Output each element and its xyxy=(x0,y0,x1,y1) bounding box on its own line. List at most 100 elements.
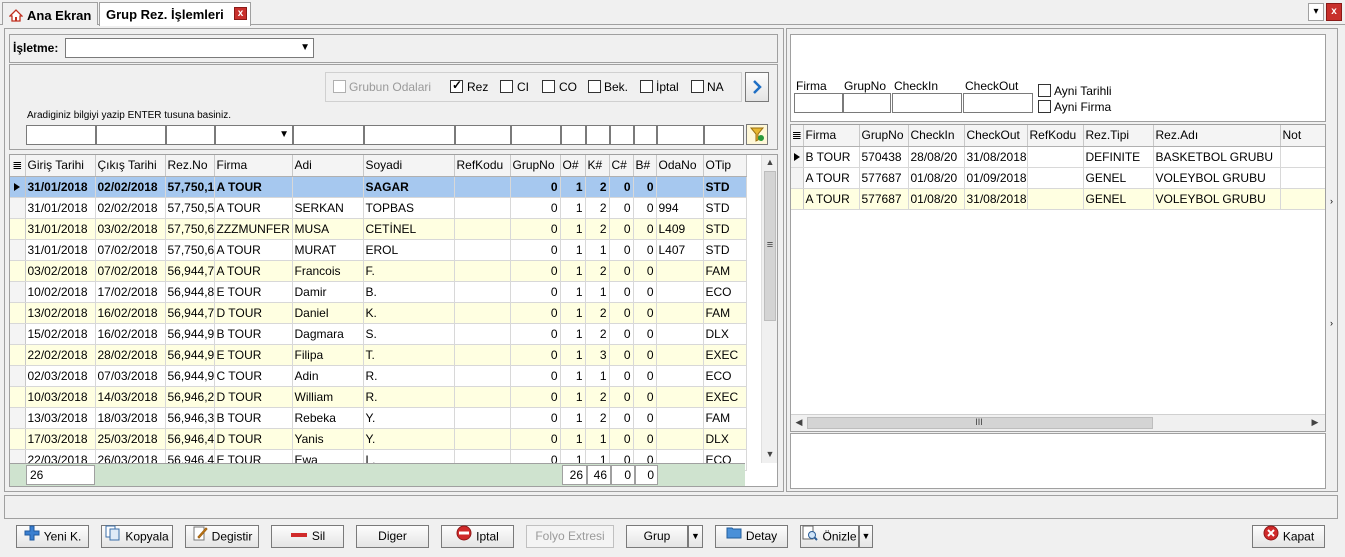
search-adi[interactable] xyxy=(293,125,364,145)
row-indicator[interactable] xyxy=(10,239,26,261)
next-filter-button[interactable] xyxy=(745,72,769,102)
co-checkbox[interactable] xyxy=(542,80,555,93)
right-header-rez-ad[interactable]: Rez.Adı xyxy=(1153,125,1281,147)
bek-checkbox[interactable] xyxy=(588,80,601,93)
search-giris-tarihi[interactable] xyxy=(26,125,96,145)
search-ref-kodu[interactable] xyxy=(455,125,511,145)
detay-button[interactable]: Detay xyxy=(715,525,788,548)
main-header-soyadi[interactable]: Soyadi xyxy=(363,155,455,177)
right-header-not[interactable]: Not xyxy=(1280,125,1325,147)
right-header-refkodu[interactable]: RefKodu xyxy=(1027,125,1084,147)
tab-grup-rez-islemleri[interactable]: Grup Rez. İşlemleri x xyxy=(99,2,251,26)
search-firma-select[interactable]: ▼ xyxy=(215,125,293,145)
row-indicator[interactable] xyxy=(791,146,804,168)
scroll-left-icon[interactable]: ◀ xyxy=(793,417,805,428)
row-indicator[interactable] xyxy=(791,188,804,210)
table-row[interactable]: 02/03/2018 07/03/2018 56,944,9 C TOUR Adin R.… xyxy=(10,365,747,387)
diger-button[interactable]: Diger xyxy=(356,525,429,548)
table-row[interactable]: 31/01/2018 02/02/2018 57,750,5 A TOUR SERKAN… xyxy=(10,197,747,219)
table-row[interactable]: A TOUR 577687 01/08/20 31/08/2018 GENEL VOLEY… xyxy=(791,188,1325,210)
row-indicator[interactable] xyxy=(10,344,26,366)
table-row[interactable]: 10/03/2018 14/03/2018 56,946,2 D TOUR Willia… xyxy=(10,386,747,408)
row-indicator[interactable] xyxy=(10,176,26,198)
table-row[interactable]: 31/01/2018 03/02/2018 57,750,6 ZZZMUNFER MUS… xyxy=(10,218,747,240)
row-indicator[interactable] xyxy=(10,428,26,450)
row-indicator[interactable] xyxy=(10,302,26,324)
table-row[interactable]: 15/02/2018 16/02/2018 56,944,9 B TOUR Dagmar… xyxy=(10,323,747,345)
scroll-down-icon[interactable]: ▼ xyxy=(762,449,777,459)
row-indicator[interactable] xyxy=(10,218,26,240)
table-row[interactable]: B TOUR 570438 28/08/20 31/08/2018 DEFINITE BA… xyxy=(791,146,1325,168)
window-menu-dropdown-button[interactable]: ▾ xyxy=(1308,3,1324,21)
tab-ana-ekran[interactable]: Ana Ekran xyxy=(2,2,98,25)
scroll-right-icon[interactable]: ▶ xyxy=(1309,417,1321,428)
search-b[interactable] xyxy=(634,125,657,145)
table-row[interactable]: 31/01/2018 02/02/2018 57,750,1 A TOUR SAGAR 0… xyxy=(10,176,747,198)
main-header-odano[interactable]: OdaNo xyxy=(656,155,704,177)
sil-button[interactable]: Sil xyxy=(271,525,344,548)
grubun-odalari-checkbox[interactable] xyxy=(333,80,346,93)
row-indicator[interactable] xyxy=(10,323,26,345)
search-otip[interactable] xyxy=(704,125,744,145)
row-indicator[interactable] xyxy=(10,281,26,303)
row-indicator-header[interactable]: ≣ xyxy=(10,155,26,177)
table-row[interactable]: 10/02/2018 17/02/2018 56,944,8 E TOUR Damir B… xyxy=(10,281,747,303)
main-header-k[interactable]: K# xyxy=(585,155,610,177)
group-grid-hscrollbar[interactable]: ◀ III ▶ xyxy=(791,414,1325,431)
search-c[interactable] xyxy=(610,125,634,145)
iptal-button[interactable]: Iptal xyxy=(441,525,514,548)
main-header-rez-no[interactable]: Rez.No xyxy=(165,155,215,177)
table-row[interactable]: 31/01/2018 07/02/2018 57,750,6 A TOUR MURAT E… xyxy=(10,239,747,261)
table-row[interactable]: A TOUR 577687 01/08/20 01/09/2018 GENEL VOLEY… xyxy=(791,167,1325,189)
expand-right-icon[interactable]: › xyxy=(1330,196,1336,206)
clear-filter-button[interactable] xyxy=(746,124,768,145)
grup-dropdown-button[interactable]: ▼ xyxy=(688,525,703,548)
main-header-b[interactable]: B# xyxy=(633,155,657,177)
search-cikis-tarihi[interactable] xyxy=(96,125,166,145)
close-tab-icon[interactable]: x xyxy=(234,7,247,20)
isletme-select[interactable]: ▼ xyxy=(65,38,314,58)
row-indicator[interactable] xyxy=(791,167,804,189)
main-header-k-tarihi[interactable]: Çıkış Tarihi xyxy=(95,155,166,177)
right-header-firma[interactable]: Firma xyxy=(803,125,860,147)
degistir-button[interactable]: Degistir xyxy=(185,525,259,548)
row-indicator[interactable] xyxy=(10,260,26,282)
main-header-refkodu[interactable]: RefKodu xyxy=(454,155,511,177)
table-row[interactable]: 17/03/2018 25/03/2018 56,946,4 D TOUR Yanis Y… xyxy=(10,428,747,450)
checkout-search-input[interactable] xyxy=(963,93,1033,113)
search-soyadi[interactable] xyxy=(364,125,455,145)
search-k[interactable] xyxy=(586,125,610,145)
row-indicator[interactable] xyxy=(10,407,26,429)
table-row[interactable]: 13/02/2018 16/02/2018 56,944,7 D TOUR Daniel… xyxy=(10,302,747,324)
kapat-button[interactable]: Kapat xyxy=(1252,525,1325,548)
right-header-checkin[interactable]: CheckIn xyxy=(908,125,965,147)
row-indicator[interactable] xyxy=(10,365,26,387)
right-header-rez-tipi[interactable]: Rez.Tipi xyxy=(1083,125,1154,147)
row-indicator-header[interactable]: ≣ xyxy=(791,125,804,147)
ayni-firma-checkbox[interactable] xyxy=(1038,100,1051,113)
onizle-button[interactable]: Önizle xyxy=(800,525,859,548)
search-o[interactable] xyxy=(561,125,586,145)
main-header-o[interactable]: O# xyxy=(560,155,586,177)
yeni-button[interactable]: Yeni K. xyxy=(16,525,89,548)
row-indicator[interactable] xyxy=(10,197,26,219)
ci-checkbox[interactable] xyxy=(500,80,513,93)
window-close-button[interactable]: x xyxy=(1326,3,1342,21)
kopyala-button[interactable]: Kopyala xyxy=(101,525,173,548)
iptal-checkbox[interactable] xyxy=(640,80,653,93)
search-grup-no[interactable] xyxy=(511,125,561,145)
main-grid-vscrollbar[interactable]: ▲ ≡ ▼ xyxy=(761,155,777,463)
grup-button[interactable]: Grup xyxy=(626,525,688,548)
grupno-search-input[interactable] xyxy=(843,93,891,113)
main-header-grupno[interactable]: GrupNo xyxy=(510,155,561,177)
table-row[interactable]: 03/02/2018 07/02/2018 56,944,7 A TOUR Franco… xyxy=(10,260,747,282)
onizle-dropdown-button[interactable]: ▼ xyxy=(859,525,873,548)
ayni-tarihli-checkbox[interactable] xyxy=(1038,84,1051,97)
right-header-checkout[interactable]: CheckOut xyxy=(964,125,1028,147)
main-header-giri-tarihi[interactable]: Giriş Tarihi xyxy=(25,155,96,177)
table-row[interactable]: 22/02/2018 28/02/2018 56,944,9 E TOUR Filipa… xyxy=(10,344,747,366)
right-header-grupno[interactable]: GrupNo xyxy=(859,125,909,147)
main-header-firma[interactable]: Firma xyxy=(214,155,293,177)
rez-checkbox[interactable]: ✓ xyxy=(450,78,463,93)
na-checkbox[interactable] xyxy=(691,80,704,93)
